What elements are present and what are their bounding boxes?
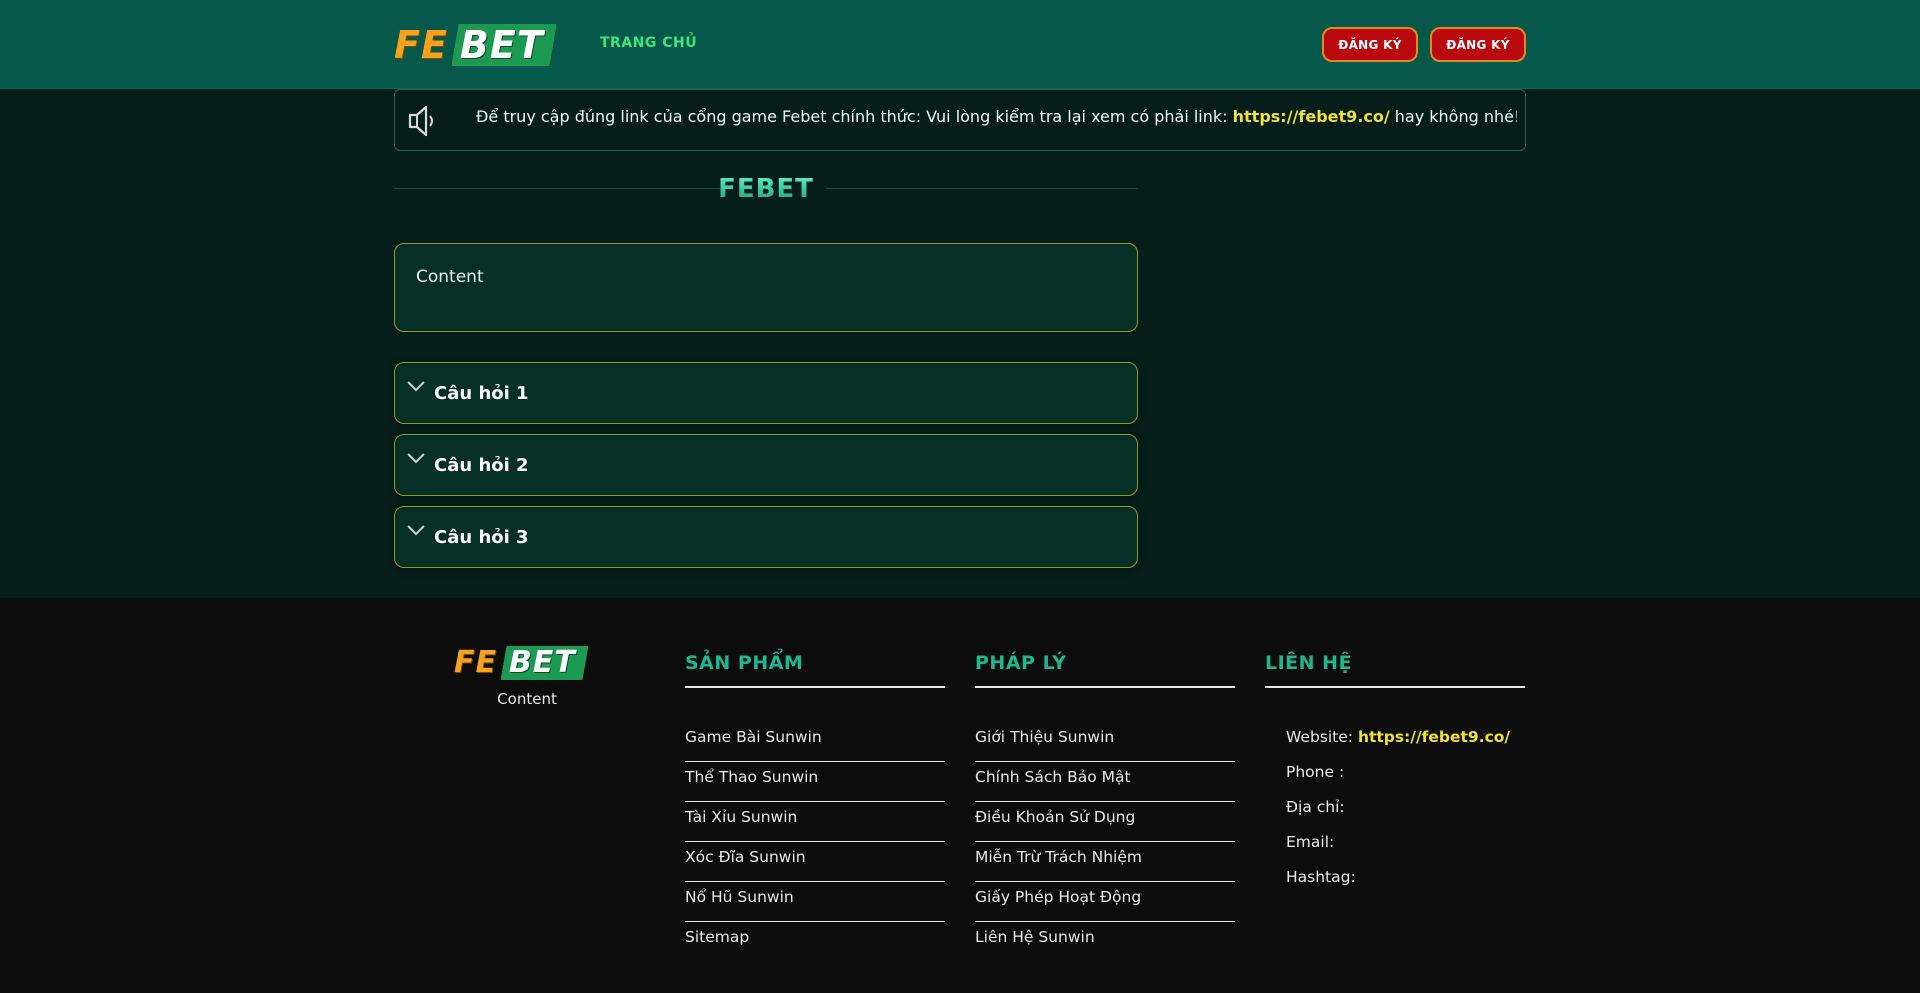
footer-contact-column: LIÊN HỆ Website: https://febet9.co/ Phon… bbox=[1265, 652, 1525, 897]
logo-fe-text: FE bbox=[394, 23, 448, 67]
footer-link[interactable]: Điều Khoản Sử Dụng bbox=[975, 802, 1235, 842]
faq-title: Câu hỏi 2 bbox=[434, 455, 529, 476]
chevron-down-icon bbox=[406, 450, 426, 464]
logo-bet-text: BET bbox=[451, 24, 556, 66]
footer-logo[interactable]: FE BET bbox=[454, 646, 600, 680]
notice-message: Để truy cập đúng link của cổng game Febe… bbox=[476, 107, 1517, 126]
section-heading: FEBET bbox=[394, 172, 1138, 206]
footer-link[interactable]: Tài Xỉu Sunwin bbox=[685, 802, 945, 842]
febet-logo[interactable]: FE BET bbox=[394, 24, 570, 66]
section-title: FEBET bbox=[394, 174, 1138, 204]
chevron-down-icon bbox=[406, 522, 426, 536]
footer-logo-fe: FE bbox=[454, 645, 497, 680]
register-button-2[interactable]: ĐĂNG KÝ bbox=[1430, 27, 1526, 62]
register-button-1[interactable]: ĐĂNG KÝ bbox=[1322, 27, 1418, 62]
contact-address: Địa chỉ: bbox=[1286, 798, 1345, 816]
faq-title: Câu hỏi 3 bbox=[434, 527, 529, 548]
contact-phone: Phone : bbox=[1286, 763, 1345, 781]
footer-products-column: SẢN PHẨM Game Bài Sunwin Thể Thao Sunwin… bbox=[685, 652, 945, 962]
notice-link[interactable]: https://febet9.co/ bbox=[1233, 107, 1390, 126]
footer-link[interactable]: Xóc Đĩa Sunwin bbox=[685, 842, 945, 882]
contact-hashtag: Hashtag: bbox=[1286, 868, 1356, 886]
content-text: Content bbox=[416, 267, 484, 287]
site-header: FE BET TRANG CHỦ ĐĂNG KÝ ĐĂNG KÝ bbox=[0, 0, 1920, 89]
nav-home-link[interactable]: TRANG CHỦ bbox=[600, 35, 697, 51]
website-label: Website: bbox=[1286, 728, 1358, 746]
footer-legal-column: PHÁP LÝ Giới Thiệu Sunwin Chính Sách Bảo… bbox=[975, 652, 1235, 962]
faq-title: Câu hỏi 1 bbox=[434, 383, 529, 404]
footer-link[interactable]: Giấy Phép Hoạt Động bbox=[975, 882, 1235, 922]
footer-logo-bet: BET bbox=[501, 646, 588, 680]
footer-logo-caption: Content bbox=[497, 690, 557, 708]
contact-email: Email: bbox=[1286, 833, 1335, 851]
footer-link[interactable]: Thể Thao Sunwin bbox=[685, 762, 945, 802]
chevron-down-icon bbox=[406, 378, 426, 392]
notice-text-before: Để truy cập đúng link của cổng game Febe… bbox=[476, 107, 1233, 126]
speaker-icon bbox=[407, 104, 437, 138]
footer-link[interactable]: Sitemap bbox=[685, 922, 945, 962]
footer-legal-heading: PHÁP LÝ bbox=[975, 652, 1235, 688]
footer-link[interactable]: Liên Hệ Sunwin bbox=[975, 922, 1235, 962]
website-link[interactable]: https://febet9.co/ bbox=[1358, 728, 1510, 746]
site-footer: FE BET Content SẢN PHẨM Game Bài Sunwin … bbox=[0, 598, 1920, 993]
faq-item-1[interactable]: Câu hỏi 1 bbox=[394, 362, 1138, 424]
footer-link[interactable]: Chính Sách Bảo Mật bbox=[975, 762, 1235, 802]
content-box: Content bbox=[394, 243, 1138, 332]
notice-bar: Để truy cập đúng link của cổng game Febe… bbox=[394, 89, 1526, 151]
faq-item-2[interactable]: Câu hỏi 2 bbox=[394, 434, 1138, 496]
footer-link[interactable]: Game Bài Sunwin bbox=[685, 722, 945, 762]
contact-website: Website: https://febet9.co/ bbox=[1286, 722, 1525, 757]
notice-text-after: hay không nhé! Xin cảm ơn. bbox=[1394, 107, 1517, 126]
footer-link[interactable]: Giới Thiệu Sunwin bbox=[975, 722, 1235, 762]
footer-link[interactable]: Miễn Trừ Trách Nhiệm bbox=[975, 842, 1235, 882]
footer-link[interactable]: Nổ Hũ Sunwin bbox=[685, 882, 945, 922]
faq-item-3[interactable]: Câu hỏi 3 bbox=[394, 506, 1138, 568]
footer-contact-heading: LIÊN HỆ bbox=[1265, 652, 1525, 688]
footer-products-heading: SẢN PHẨM bbox=[685, 652, 945, 688]
